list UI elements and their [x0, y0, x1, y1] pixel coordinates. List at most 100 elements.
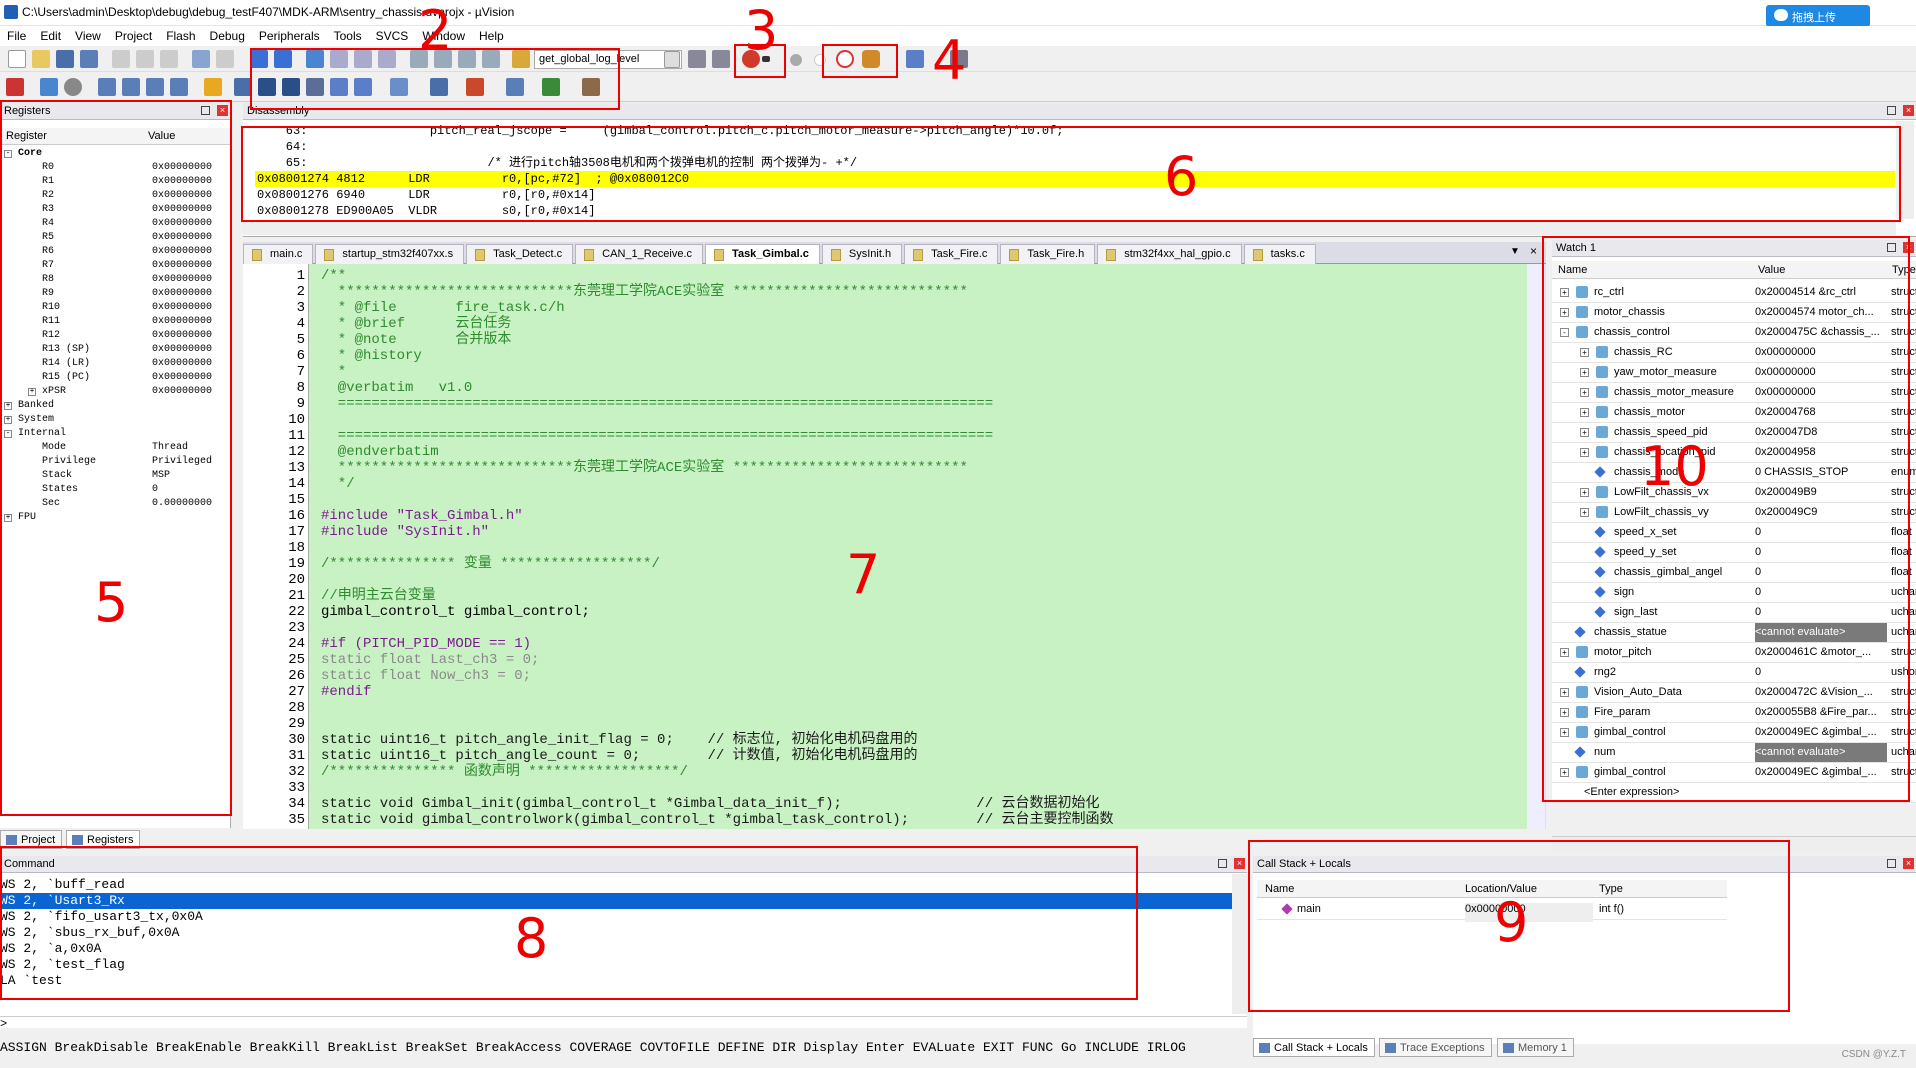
pin-icon[interactable]: [1887, 106, 1896, 115]
code-line[interactable]: */: [321, 476, 1521, 492]
code-line[interactable]: [321, 492, 1521, 508]
code-line[interactable]: #if (PITCH_PID_MODE == 1): [321, 636, 1521, 652]
editor-tab[interactable]: Task_Detect.c: [466, 244, 574, 264]
menu-view[interactable]: View: [68, 26, 108, 43]
code-line[interactable]: @endverbatim: [321, 444, 1521, 460]
code-line[interactable]: /*************** 函数声明 ******************…: [321, 764, 1521, 780]
line-number: 14: [288, 476, 305, 492]
app-icon: [4, 5, 18, 19]
pin-icon[interactable]: [1887, 859, 1896, 868]
menu-debug[interactable]: Debug: [203, 26, 252, 43]
code-line[interactable]: static void Gimbal_init(gimbal_control_t…: [321, 796, 1521, 812]
menu-flash[interactable]: Flash: [159, 26, 202, 43]
code-line[interactable]: ========================================…: [321, 428, 1521, 444]
code-line[interactable]: //申明主云台变量: [321, 588, 1521, 604]
command-vscroll[interactable]: [1232, 874, 1247, 1014]
code-line[interactable]: #include "SysInit.h": [321, 524, 1521, 540]
code-line[interactable]: static float Now_ch3 = 0;: [321, 668, 1521, 684]
open-file-icon[interactable]: [32, 50, 50, 68]
code-line[interactable]: [321, 716, 1521, 732]
editor-tab[interactable]: Task_Fire.c: [904, 244, 999, 264]
command-input[interactable]: >: [0, 1016, 1247, 1032]
show-next-statement-icon[interactable]: [204, 78, 222, 96]
line-number: 26: [288, 668, 305, 684]
new-file-icon[interactable]: [8, 50, 26, 68]
code-line[interactable]: static uint16_t pitch_angle_count = 0; /…: [321, 748, 1521, 764]
code-line[interactable]: #include "Task_Gimbal.h": [321, 508, 1521, 524]
editor-tab[interactable]: Task_Fire.h: [1000, 244, 1096, 264]
combo-dropdown-icon[interactable]: [664, 51, 680, 68]
code-line[interactable]: * @history: [321, 348, 1521, 364]
tabs-dropdown-icon[interactable]: ▼: [1510, 246, 1522, 258]
code-editor[interactable]: 1 2 3 4 5 6 7 8 9 10 11 12 13 14 15 16 17 18 19 20 21 22 23 24 2…: [243, 264, 1546, 829]
code-line[interactable]: [321, 780, 1521, 796]
upload-button[interactable]: 拖拽上传: [1766, 5, 1870, 27]
cut-icon[interactable]: [112, 50, 130, 68]
tab-memory-1[interactable]: Memory 1: [1497, 1038, 1574, 1057]
code-lines: /** ****************************东莞理工学院AC…: [321, 268, 1521, 828]
stop-icon[interactable]: [64, 78, 82, 96]
step-over-icon[interactable]: [122, 78, 140, 96]
code-line[interactable]: static uint16_t pitch_angle_init_flag = …: [321, 732, 1521, 748]
menu-svcs[interactable]: SVCS: [369, 26, 416, 43]
code-line[interactable]: #endif: [321, 684, 1521, 700]
menu-tools[interactable]: Tools: [327, 26, 369, 43]
code-line[interactable]: static void gimbal_controlwork(gimbal_co…: [321, 812, 1521, 828]
editor-tab[interactable]: main.c: [243, 244, 314, 264]
code-line[interactable]: /**: [321, 268, 1521, 284]
code-line[interactable]: ****************************东莞理工学院ACE实验室…: [321, 460, 1521, 476]
code-line[interactable]: gimbal_control_t gimbal_control;: [321, 604, 1521, 620]
step-out-icon[interactable]: [146, 78, 164, 96]
run-icon[interactable]: [40, 78, 58, 96]
reset-icon[interactable]: [6, 78, 24, 96]
pin-icon[interactable]: [1218, 859, 1227, 868]
code-line[interactable]: [321, 700, 1521, 716]
close-icon[interactable]: ×: [1903, 858, 1914, 869]
run-to-cursor-icon[interactable]: [170, 78, 188, 96]
paste-icon[interactable]: [160, 50, 178, 68]
code-line[interactable]: [321, 620, 1521, 636]
window-layout-icon[interactable]: [906, 50, 924, 68]
step-in-icon[interactable]: [98, 78, 116, 96]
code-line[interactable]: ========================================…: [321, 396, 1521, 412]
breakpoint-icon[interactable]: [790, 54, 802, 66]
code-line[interactable]: [321, 572, 1521, 588]
editor-tab[interactable]: Task_Gimbal.c: [705, 244, 820, 264]
code-line[interactable]: ****************************东莞理工学院ACE实验室…: [321, 284, 1521, 300]
editor-tab[interactable]: startup_stm32f407xx.s: [315, 244, 465, 264]
tabs-close-icon[interactable]: ×: [1530, 244, 1542, 258]
undo-icon[interactable]: [192, 50, 210, 68]
code-line[interactable]: static float Last_ch3 = 0;: [321, 652, 1521, 668]
code-line[interactable]: [321, 412, 1521, 428]
line-number: 7: [296, 364, 305, 380]
copy-icon[interactable]: [136, 50, 154, 68]
editor-tab[interactable]: CAN_1_Receive.c: [575, 244, 704, 264]
incremental-find-icon[interactable]: [712, 50, 730, 68]
menu-peripherals[interactable]: Peripherals: [252, 26, 327, 43]
menu-file[interactable]: File: [0, 26, 33, 43]
redo-icon[interactable]: [216, 50, 234, 68]
menu-project[interactable]: Project: [108, 26, 159, 43]
file-icon: [830, 249, 841, 261]
editor-tab[interactable]: SysInit.h: [821, 244, 903, 264]
code-line[interactable]: * @brief 云台任务: [321, 316, 1521, 332]
close-icon[interactable]: ×: [1234, 858, 1245, 869]
code-line[interactable]: @verbatim v1.0: [321, 380, 1521, 396]
tab-trace-exceptions[interactable]: Trace Exceptions: [1379, 1038, 1492, 1057]
annotation-box-disassembly: [241, 126, 1901, 222]
editor-tab[interactable]: stm32f4xx_hal_gpio.c: [1097, 244, 1242, 264]
disassembly-hscroll[interactable]: [243, 221, 1896, 235]
save-all-icon[interactable]: [80, 50, 98, 68]
search-icon[interactable]: [688, 50, 706, 68]
menu-edit[interactable]: Edit: [33, 26, 68, 43]
code-line[interactable]: * @note 合并版本: [321, 332, 1521, 348]
tab-callstack[interactable]: Call Stack + Locals: [1253, 1038, 1375, 1057]
menu-help[interactable]: Help: [472, 26, 511, 43]
code-line[interactable]: * @file fire_task.c/h: [321, 300, 1521, 316]
code-line[interactable]: *: [321, 364, 1521, 380]
close-icon[interactable]: ×: [1903, 105, 1914, 116]
code-line[interactable]: /*************** 变量 ******************/: [321, 556, 1521, 572]
editor-tab[interactable]: tasks.c: [1243, 244, 1316, 264]
save-icon[interactable]: [56, 50, 74, 68]
code-line[interactable]: [321, 540, 1521, 556]
